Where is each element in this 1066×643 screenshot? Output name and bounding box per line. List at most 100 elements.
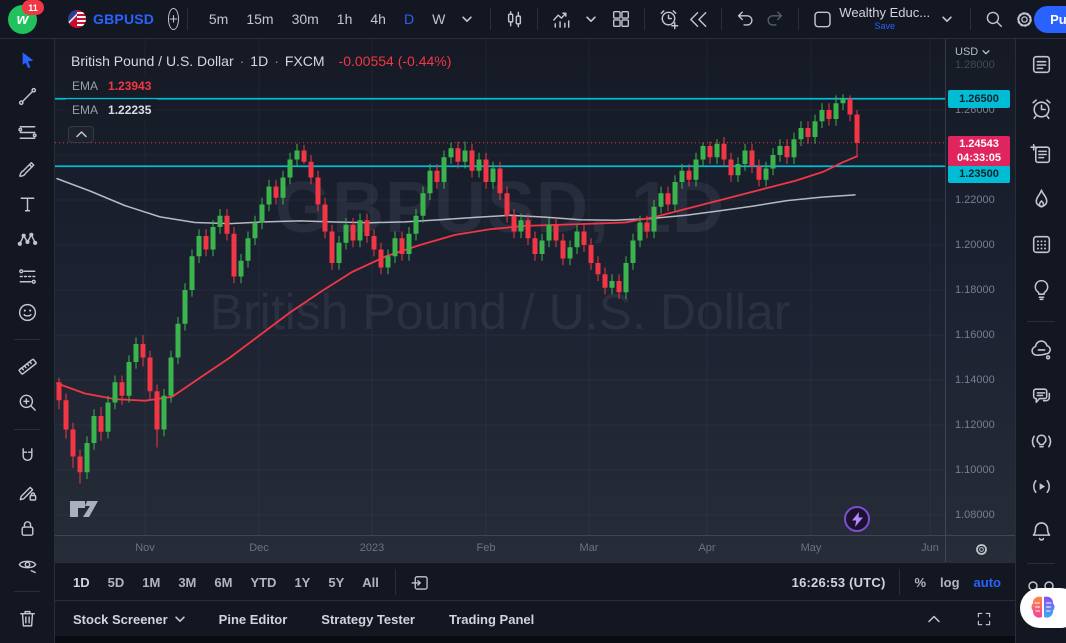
- ema-line[interactable]: [56, 155, 858, 402]
- panel-expand-chevron[interactable]: [919, 604, 949, 634]
- indicators-caret[interactable]: [576, 4, 606, 34]
- tab-trading-panel[interactable]: Trading Panel: [449, 612, 534, 627]
- text-tool[interactable]: [10, 190, 44, 219]
- chat-icon[interactable]: [1024, 381, 1058, 411]
- legend-exchange: FXCM: [284, 53, 325, 69]
- right-sidebar: [1015, 39, 1066, 643]
- range-6M[interactable]: 6M: [208, 571, 238, 594]
- footer-tabs: Stock Screener Pine Editor Strategy Tester…: [73, 612, 534, 627]
- streams-icon[interactable]: [1024, 471, 1058, 501]
- tab-stock-screener[interactable]: Stock Screener: [73, 612, 185, 627]
- legend-change: -0.00554 (-0.44%): [338, 53, 452, 69]
- live-ideas-icon[interactable]: [1024, 426, 1058, 456]
- price-scale[interactable]: USD 1.28000 1.26000 1.22000 1.20000 1.18000 1…: [945, 39, 1016, 535]
- time-scale[interactable]: Nov Dec 2023 Feb Mar Apr May Jun: [55, 535, 1015, 563]
- range-3M[interactable]: 3M: [172, 571, 202, 594]
- time-label: Apr: [698, 542, 716, 554]
- interval-30m[interactable]: 30m: [285, 7, 326, 31]
- symbol-flag-icon: [68, 10, 86, 28]
- notification-count-badge: 11: [22, 0, 44, 15]
- symbol-search-button[interactable]: GBPUSD: [93, 11, 154, 27]
- interval-5m[interactable]: 5m: [202, 7, 235, 31]
- legend-symbol-row[interactable]: British Pound / U.S. Dollar · 1D · FXCM …: [65, 50, 457, 72]
- lock-drawings-tool[interactable]: [10, 514, 44, 543]
- search-icon[interactable]: [979, 4, 1009, 34]
- range-1M[interactable]: 1M: [136, 571, 166, 594]
- create-alert-button[interactable]: [653, 4, 683, 34]
- ai-assistant-button[interactable]: [1020, 588, 1066, 628]
- redo-button[interactable]: [760, 4, 790, 34]
- zoom-in-tool[interactable]: [10, 388, 44, 417]
- interval-W[interactable]: W: [425, 7, 452, 31]
- price-label: 1.12000: [955, 419, 995, 431]
- auto-scale-button[interactable]: auto: [974, 575, 1001, 590]
- log-scale-button[interactable]: log: [940, 575, 960, 590]
- notifications-bell-icon[interactable]: [1024, 516, 1058, 546]
- ema-line[interactable]: [56, 177, 856, 225]
- hide-drawings-tool[interactable]: [10, 550, 44, 579]
- stay-in-drawing-mode-tool[interactable]: [10, 478, 44, 507]
- range-1D[interactable]: 1D: [67, 571, 96, 594]
- indicators-button[interactable]: [546, 4, 576, 34]
- hotlists-flame-icon[interactable]: [1024, 184, 1058, 214]
- layout-grid-button[interactable]: [606, 4, 636, 34]
- notes-icon[interactable]: [1024, 139, 1058, 169]
- ideas-lightbulb-icon[interactable]: [1024, 274, 1058, 304]
- undo-button[interactable]: [730, 4, 760, 34]
- price-scale-currency[interactable]: USD: [955, 46, 990, 58]
- range-5Y[interactable]: 5Y: [322, 571, 350, 594]
- interval-D[interactable]: D: [397, 7, 421, 31]
- interval-1h[interactable]: 1h: [330, 7, 360, 31]
- range-1Y[interactable]: 1Y: [288, 571, 316, 594]
- range-5D[interactable]: 5D: [102, 571, 131, 594]
- publish-button[interactable]: Publish: [1034, 5, 1066, 33]
- watchlist-icon[interactable]: [1024, 49, 1058, 79]
- chart-style-button[interactable]: [499, 4, 529, 34]
- magnet-tool[interactable]: [10, 442, 44, 471]
- save-layout-icon[interactable]: [807, 4, 837, 34]
- boost-button[interactable]: [844, 506, 870, 532]
- tradingview-app: w 11 GBPUSD + 5m 15m 30m 1h 4h D W Wealt…: [0, 0, 1066, 643]
- range-All[interactable]: All: [356, 571, 385, 594]
- tab-pine-editor[interactable]: Pine Editor: [219, 612, 288, 627]
- prediction-tool[interactable]: [10, 262, 44, 291]
- interval-4h[interactable]: 4h: [363, 7, 393, 31]
- emoji-tool[interactable]: [10, 298, 44, 327]
- measure-ruler-tool[interactable]: [10, 352, 44, 381]
- interval-menu-caret[interactable]: [452, 4, 482, 34]
- price-label: 1.20000: [955, 239, 995, 251]
- tab-label: Trading Panel: [448, 611, 535, 627]
- calendar-icon[interactable]: [1024, 229, 1058, 259]
- brain-icon: [1031, 596, 1055, 618]
- alerts-icon[interactable]: [1024, 94, 1058, 124]
- interval-15m[interactable]: 15m: [239, 7, 280, 31]
- range-YTD[interactable]: YTD: [244, 571, 282, 594]
- tradingview-logo[interactable]: [68, 498, 102, 523]
- cursor-tool[interactable]: [10, 46, 44, 75]
- bar-replay-button[interactable]: [683, 4, 713, 34]
- go-to-date-icon[interactable]: [406, 567, 436, 597]
- remove-drawings-trash-tool[interactable]: [10, 604, 44, 633]
- footer-panel: Stock Screener Pine Editor Strategy Tester…: [55, 600, 1015, 637]
- legend-indicator-row[interactable]: EMA 1.23943: [65, 75, 159, 96]
- percent-scale-button[interactable]: %: [914, 575, 926, 590]
- add-symbol-button[interactable]: +: [168, 8, 179, 30]
- time-label: 2023: [359, 542, 385, 554]
- time-label: Dec: [249, 542, 269, 554]
- chart-pane[interactable]: GBPUSD, 1D British Pound / U.S. Dollar B…: [55, 39, 945, 535]
- fib-retracement-tool[interactable]: [10, 118, 44, 147]
- legend-collapse-button[interactable]: [68, 126, 94, 143]
- minds-icon[interactable]: [1024, 336, 1058, 366]
- fullscreen-icon[interactable]: [969, 604, 999, 634]
- layout-menu-caret[interactable]: [932, 4, 962, 34]
- tab-strategy-tester[interactable]: Strategy Tester: [321, 612, 415, 627]
- user-menu-button[interactable]: w 11: [8, 0, 44, 35]
- scales-settings-corner[interactable]: [945, 536, 1016, 563]
- legend-indicator-row[interactable]: EMA 1.22235: [65, 99, 159, 120]
- brush-tool[interactable]: [10, 154, 44, 183]
- chevron-down-icon: [174, 615, 185, 622]
- xabcd-pattern-tool[interactable]: [10, 226, 44, 255]
- trend-line-tool[interactable]: [10, 82, 44, 111]
- layout-name-button[interactable]: Wealthy Educ... Save: [839, 6, 930, 31]
- drawing-toolbar: [0, 39, 55, 643]
